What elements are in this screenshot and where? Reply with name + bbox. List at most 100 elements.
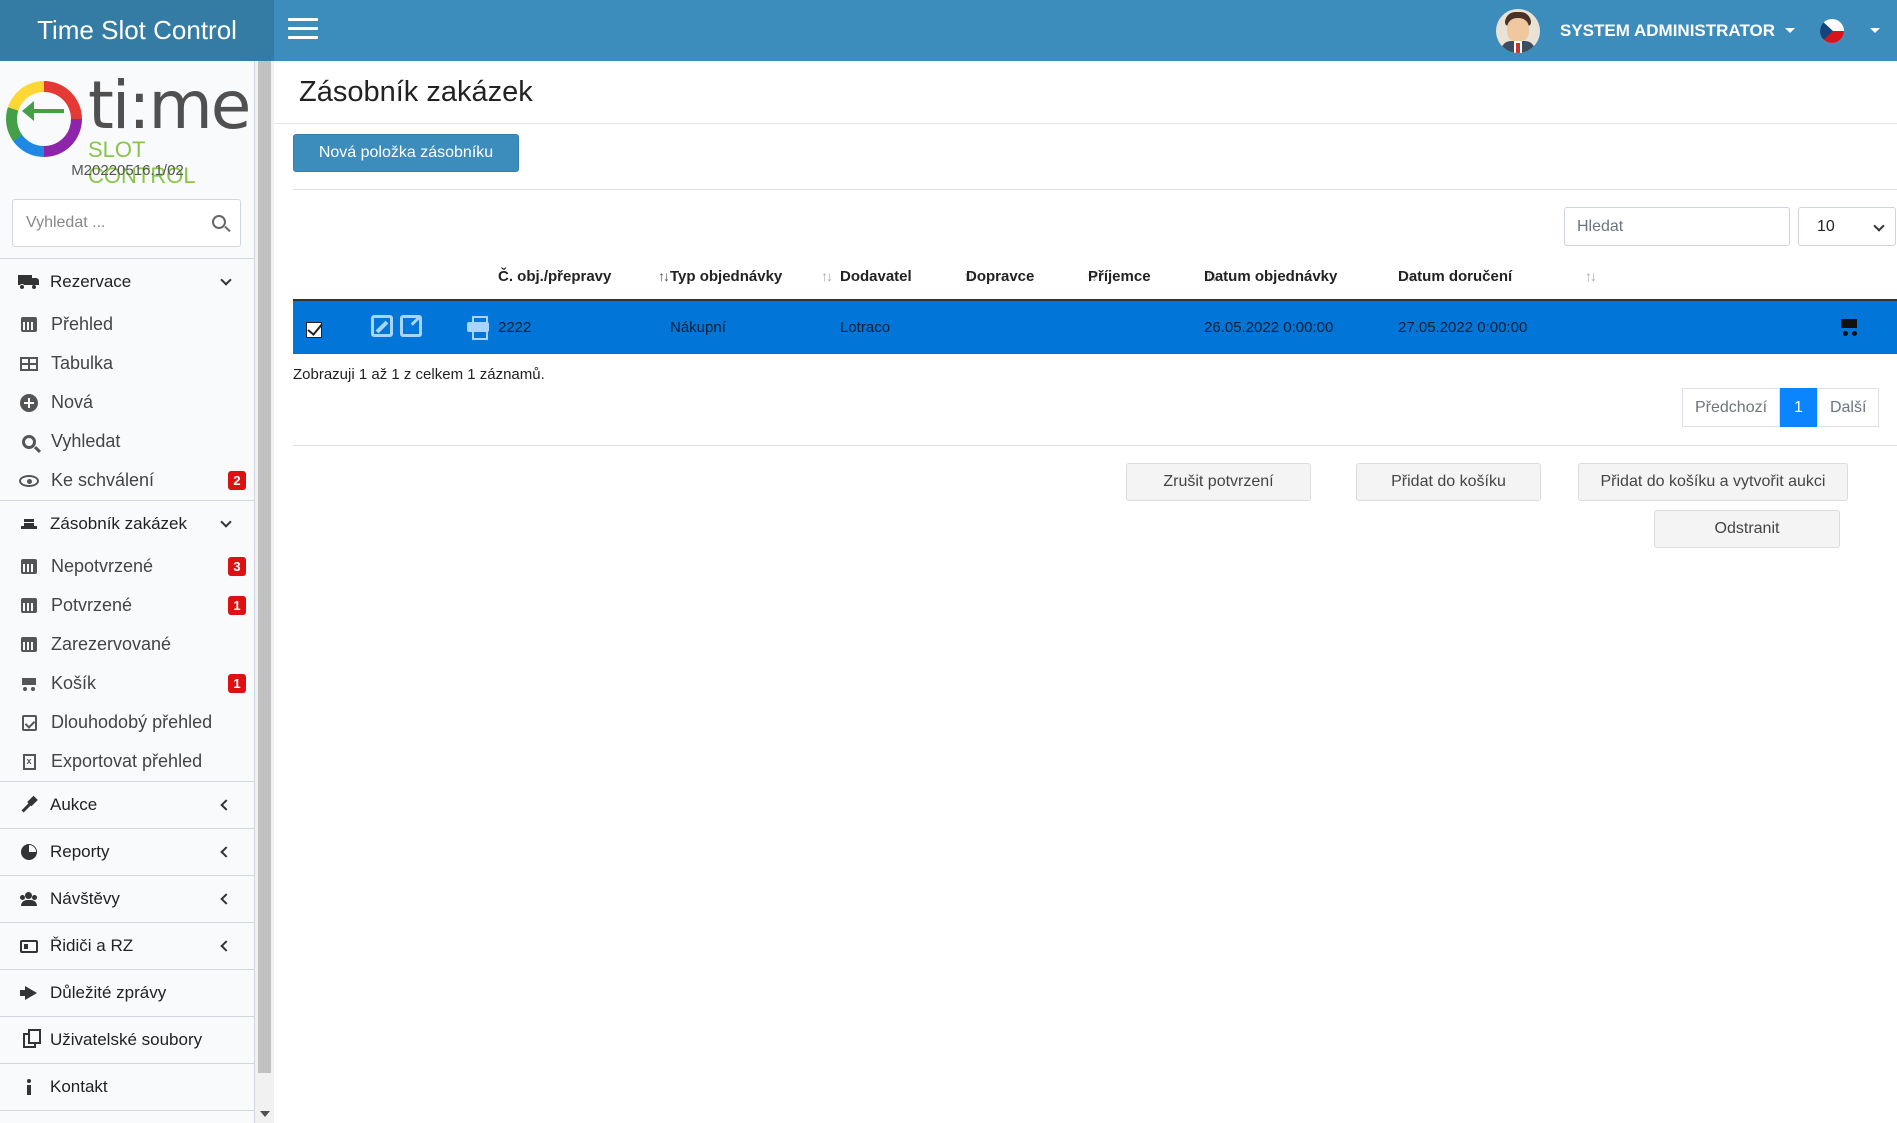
sort-icon: ↑↓ [658,268,670,284]
sidebar-scrollbar[interactable] [255,61,274,1123]
add-to-cart-auction-button[interactable]: Přidat do košíku a vytvořit aukci [1578,463,1848,501]
sidebar-item-label: Vyhledat [51,431,121,451]
sidebar-item-potvrzene[interactable]: Potvrzené 1 [0,586,254,625]
language-menu[interactable] [1820,0,1880,61]
column-header-label: Typ objednávky [670,267,783,285]
truck-icon [18,275,40,290]
table-row[interactable]: 2222 Nákupní Lotraco 26.05.2022 0:00:00 … [293,301,1897,354]
add-to-cart-button[interactable]: Přidat do košíku [1356,463,1541,501]
remove-button[interactable]: Odstranit [1654,510,1840,548]
sidebar-group-label: Rezervace [50,272,132,291]
sidebar-nav: Rezervace Přehled Tabulka Nová Vyhledat [0,258,254,1111]
sidebar-item-label: Nová [51,392,94,412]
page-length-value: 10 [1817,217,1835,235]
pagination-prev[interactable]: Předchozí [1682,388,1781,427]
pagination-next[interactable]: Další [1816,388,1880,427]
table-search-input[interactable] [1564,207,1790,246]
sidebar-group-navstevy[interactable]: Návštěvy [0,876,254,922]
table-info: Zobrazuji 1 až 1 z celkem 1 záznamů. [293,366,545,383]
cancel-confirmation-button[interactable]: Zrušit potvrzení [1126,463,1311,501]
sidebar-item-label: Nepotvrzené [51,556,154,576]
column-header-label: Datum doručení [1398,267,1513,285]
sidebar-item-nova[interactable]: Nová [0,383,254,422]
sidebar-item-uzivatelske-soubory[interactable]: Uživatelské soubory [0,1017,254,1063]
logo-ring-icon [6,81,82,157]
scroll-down-arrow-icon[interactable] [260,1111,270,1117]
sidebar-group-label: Důležité zprávy [50,983,167,1002]
column-header-recipient[interactable]: Příjemce ↑↓ [1088,251,1218,301]
scrollbar-thumb[interactable] [258,61,271,1073]
cell-delivery-date: 27.05.2022 0:00:00 [1398,319,1528,336]
edit-icon[interactable] [371,315,393,337]
cart-icon[interactable] [1838,317,1860,337]
page-title: Zásobník zakázek [299,75,533,108]
sidebar-item-ke-schvaleni[interactable]: Ke schválení 2 [0,461,254,500]
sidebar-item-zarezervovane[interactable]: Zarezervované [0,625,254,664]
user-menu[interactable]: SYSTEM ADMINISTRATOR [1496,0,1796,61]
sidebar-item-exportovat-prehled[interactable]: x Exportovat přehled [0,742,254,781]
pagination-page[interactable]: 1 [1780,388,1817,427]
top-navbar: SYSTEM ADMINISTRATOR [274,0,1897,61]
sidebar-item-label: Dlouhodobý přehled [51,712,213,732]
chevron-down-icon [220,516,232,528]
sidebar-item-prehled[interactable]: Přehled [0,305,254,344]
page-length-select[interactable]: 10 [1798,207,1896,246]
cell-order-date: 26.05.2022 0:00:00 [1204,319,1334,336]
print-icon[interactable] [467,315,489,340]
column-header-order-no[interactable]: Č. obj./přepravy ↑↓ [498,251,670,301]
eye-icon [19,474,39,487]
sidebar-group-zasobnik[interactable]: Zásobník zakázek [0,501,254,547]
pie-chart-icon [21,844,37,860]
sidebar-item-label: Potvrzené [51,595,133,615]
search-icon [22,434,36,449]
table-header: Č. obj./přepravy ↑↓ Typ objednávky ↑↓ Doda… [293,251,1897,301]
sidebar-group-aukce[interactable]: Aukce [0,782,254,828]
file-excel-icon: x [22,753,36,770]
column-header-label: Č. obj./přepravy [498,267,612,285]
sidebar-item-dlouhodoby-prehled[interactable]: Dlouhodobý přehled [0,703,254,742]
sidebar: ti:me SLOT CONTROL M20220516.1/02 Rezerv… [0,61,274,1123]
external-link-icon[interactable] [400,315,422,337]
row-checkbox[interactable] [306,322,322,338]
menu-toggle-icon[interactable] [288,18,318,42]
column-header-supplier[interactable]: Dodavatel ↑↓ [840,251,975,301]
calendar-icon [21,637,37,652]
cell-type: Nákupní [670,319,726,336]
stack-icon [21,516,37,532]
sidebar-item-tabulka[interactable]: Tabulka [0,344,254,383]
new-item-button[interactable]: Nová položka zásobníku [293,134,519,172]
sidebar-item-kontakt[interactable]: Kontakt [0,1064,254,1110]
sidebar-item-dulezite-zpravy[interactable]: Důležité zprávy [0,970,254,1016]
sidebar-item-vyhledat[interactable]: Vyhledat [0,422,254,461]
search-icon[interactable] [212,215,226,229]
column-header-type[interactable]: Typ objednávky ↑↓ [670,251,835,301]
sidebar-search [12,199,241,247]
sidebar-group-rezervace[interactable]: Rezervace [0,259,254,305]
caret-down-icon [1785,28,1796,33]
sidebar-item-label: Zarezervované [51,634,172,654]
sidebar-group-label: Návštěvy [50,889,120,908]
chevron-left-icon [220,799,232,811]
calendar-icon [21,598,37,613]
copy-icon [22,1028,41,1048]
sidebar-group-ridici[interactable]: Řidiči a RZ [0,923,254,969]
count-badge: 2 [228,471,246,490]
cell-order-no: 2222 [498,319,532,336]
app-title[interactable]: Time Slot Control [0,0,274,61]
sidebar-item-label: Ke schválení [51,470,155,490]
sidebar-search-input[interactable] [13,214,193,232]
chevron-left-icon [220,893,232,905]
sidebar-item-nepotvrzene[interactable]: Nepotvrzené 3 [0,547,254,586]
column-header-order-date[interactable]: Datum objednávky ↑↓ [1204,251,1416,301]
column-header-delivery-date[interactable]: Datum doručení ↑↓ [1398,251,1597,301]
avatar [1496,8,1540,53]
sort-icon: ↑↓ [821,268,833,284]
sidebar-item-kosik[interactable]: Košík 1 [0,664,254,703]
plus-circle-icon [20,393,38,412]
count-badge: 3 [228,557,246,576]
sidebar-group-reporty[interactable]: Reporty [0,829,254,875]
sort-icon: ↑↓ [1585,268,1597,284]
column-header-carrier[interactable]: Dopravce ↑↓ [966,251,1098,301]
chevron-down-icon [1873,220,1885,232]
column-header-label: Dodavatel [840,267,912,285]
